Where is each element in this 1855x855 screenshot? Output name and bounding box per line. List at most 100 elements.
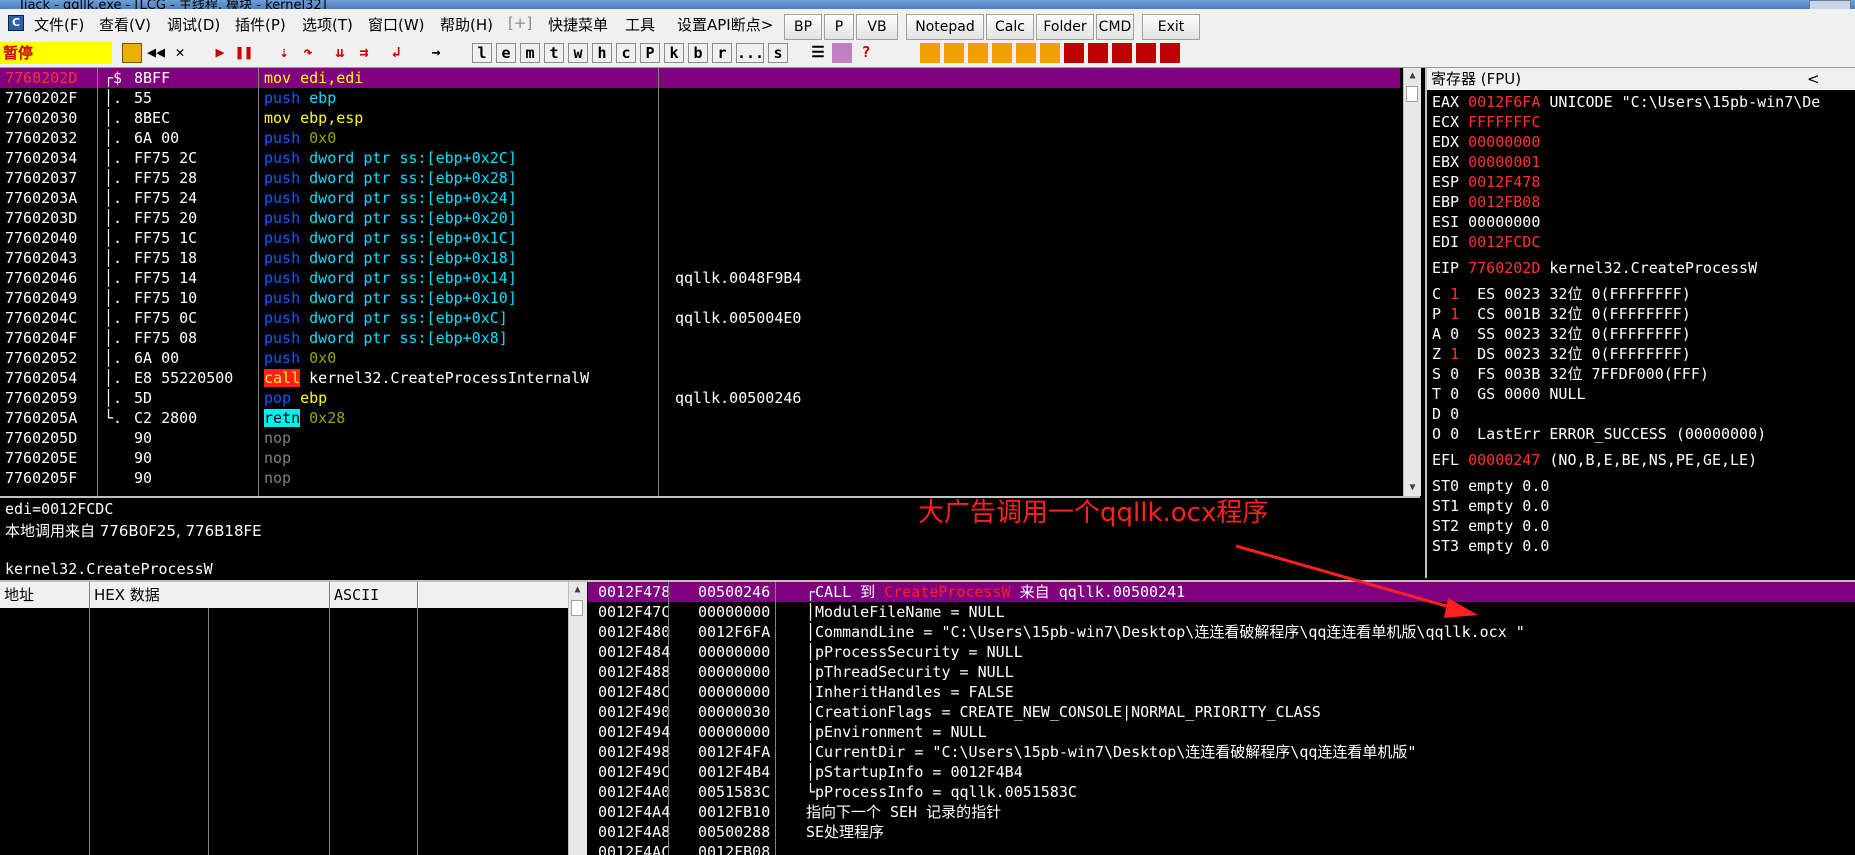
disasm-row[interactable]: 7760204C │. FF75 0C push dword ptr ss:[ebp+… [0, 308, 1400, 328]
register-value[interactable]: 00000001 [1468, 153, 1540, 171]
disasm-row[interactable]: 77602030 │. 8BEC mov ebp,esp [0, 108, 1400, 128]
flag-value[interactable]: 1 [1450, 285, 1459, 303]
disasm-row[interactable]: 7760205E 90 nop [0, 448, 1400, 468]
disasm-row[interactable]: 7760205A └. C2 2800 retn 0x28 [0, 408, 1400, 428]
rewind-icon[interactable]: ◀◀ [146, 43, 166, 63]
plugin-icon-2[interactable] [944, 43, 964, 63]
plugin-icon-5[interactable] [1016, 43, 1036, 63]
disasm-row[interactable]: 77602046 │. FF75 14 push dword ptr ss:[ebp+… [0, 268, 1400, 288]
arrow-left-icon[interactable]: < [1807, 68, 1820, 90]
register-value[interactable]: 0012FB08 [1468, 193, 1540, 211]
go-to-icon[interactable]: → [426, 43, 446, 63]
flag-row[interactable]: C 1 ES 0023 32位 0(FFFFFFFF) [1432, 284, 1691, 304]
menu-debug[interactable]: 调试(D) [167, 14, 220, 35]
flag-row[interactable]: T 0 GS 0000 NULL [1432, 384, 1586, 404]
stack-row[interactable]: 0012F484 00000000 │pProcessSecurity = NULL [588, 642, 1855, 662]
register-value[interactable]: 0012F6FA [1468, 93, 1540, 111]
step-into-icon[interactable]: ⇣ [274, 43, 294, 63]
disasm-row[interactable]: 7760202D ┌$ 8BFF mov edi,edi [0, 68, 1400, 88]
disasm-row[interactable]: 77602052 │. 6A 00 push 0x0 [0, 348, 1400, 368]
bp-button[interactable]: BP [784, 14, 822, 40]
register-row[interactable]: EDX 00000000 [1432, 132, 1549, 152]
menu-plugins[interactable]: 插件(P) [235, 14, 286, 35]
options-icon[interactable] [832, 43, 852, 63]
disasm-row[interactable]: 7760202F │. 55 push ebp [0, 88, 1400, 108]
stack-row[interactable]: 0012F4A0 0051583C └pProcessInfo = qqllk.00… [588, 782, 1855, 802]
disasm-row[interactable]: 7760204F │. FF75 08 push dword ptr ss:[ebp+… [0, 328, 1400, 348]
register-row[interactable]: EBP 0012FB08 [1432, 192, 1549, 212]
calc-button[interactable]: Calc [986, 14, 1034, 40]
menu-help[interactable]: 帮助(H) [440, 14, 493, 35]
run-trace-button[interactable]: ... [736, 43, 764, 63]
logo-k-icon[interactable] [1160, 43, 1180, 63]
scroll-down-icon[interactable]: ▼ [1404, 480, 1421, 496]
register-row[interactable]: ESP 0012F478 [1432, 172, 1549, 192]
plugin-icon-3[interactable] [968, 43, 988, 63]
register-value[interactable]: 00000247 [1468, 451, 1540, 469]
step-over-icon[interactable]: ↷ [298, 43, 318, 63]
register-row-eip[interactable]: EIP 7760202D kernel32.CreateProcessW [1432, 258, 1757, 278]
notepad-button[interactable]: Notepad [906, 14, 984, 40]
disasm-row[interactable]: 77602049 │. FF75 10 push dword ptr ss:[ebp+… [0, 288, 1400, 308]
memory-dump-pane[interactable]: 地址 HEX 数据 ASCII [0, 580, 570, 855]
flag-row[interactable]: A 0 SS 0023 32位 0(FFFFFFFF) [1432, 324, 1691, 344]
register-value[interactable]: 00000000 [1468, 213, 1540, 231]
stack-row[interactable]: 0012F48C 00000000 │InheritHandles = FALSE [588, 682, 1855, 702]
dump-header-hex[interactable]: HEX 数据 [90, 582, 330, 608]
register-row[interactable]: EAX 0012F6FA UNICODE "C:\Users\15pb-win7… [1432, 92, 1820, 112]
stack-row[interactable]: 0012F498 0012F4FA │CurrentDir = "C:\Users\… [588, 742, 1855, 762]
vb-button[interactable]: VB [856, 14, 898, 40]
register-row[interactable]: ESI 00000000 [1432, 212, 1549, 232]
stack-row[interactable]: 0012F488 00000000 │pThreadSecurity = NULL [588, 662, 1855, 682]
register-value[interactable]: 0012F478 [1468, 173, 1540, 191]
fpu-register[interactable]: ST0 empty 0.0 [1432, 476, 1549, 496]
flag-row[interactable]: O 0 LastErr ERROR_SUCCESS (00000000) [1432, 424, 1766, 444]
folder-button[interactable]: Folder [1036, 14, 1094, 40]
pause-icon[interactable]: ❚❚ [234, 43, 254, 63]
disasm-row[interactable]: 77602043 │. FF75 18 push dword ptr ss:[ebp+… [0, 248, 1400, 268]
register-row[interactable]: EDI 0012FCDC [1432, 232, 1549, 252]
register-row[interactable]: ECX FFFFFFFC [1432, 112, 1549, 132]
stack-row[interactable]: 0012F490 00000030 │CreationFlags = CREATE_… [588, 702, 1855, 722]
exit-button[interactable]: Exit [1142, 14, 1200, 40]
register-value[interactable]: FFFFFFFC [1468, 113, 1540, 131]
list-icon[interactable]: ☰ [808, 43, 828, 63]
disasm-row[interactable]: 77602032 │. 6A 00 push 0x0 [0, 128, 1400, 148]
disassembly-scrollbar[interactable]: ▲ ▼ [1403, 68, 1421, 496]
flag-value[interactable]: 0 [1450, 385, 1459, 403]
disasm-row[interactable]: 77602034 │. FF75 2C push dword ptr ss:[ebp+… [0, 148, 1400, 168]
hbp-icon[interactable] [992, 43, 1012, 63]
flag-value[interactable]: 1 [1450, 345, 1459, 363]
open-icon[interactable] [122, 43, 142, 63]
executable-modules-button[interactable]: e [496, 43, 516, 63]
memory-map-button[interactable]: m [520, 43, 540, 63]
disasm-row[interactable]: 77602054 │. E8 55220500 call kernel32.Creat… [0, 368, 1400, 388]
source-button[interactable]: s [768, 43, 788, 63]
stack-row[interactable]: 0012F49C 0012F4B4 │pStartupInfo = 0012F4B4 [588, 762, 1855, 782]
flag-row[interactable]: P 1 CS 001B 32位 0(FFFFFFFF) [1432, 304, 1691, 324]
logo-a-icon[interactable] [1112, 43, 1132, 63]
stack-row[interactable]: 0012F4A8 00500288 SE处理程序 [588, 822, 1855, 842]
cmd-button[interactable]: CMD [1096, 14, 1134, 40]
stack-row[interactable]: 0012F4A4 0012FB10 指向下一个 SEH 记录的指针 [588, 802, 1855, 822]
flag-value[interactable]: 0 [1450, 365, 1459, 383]
plugin-icon-1[interactable] [920, 43, 940, 63]
logo-j-icon[interactable] [1064, 43, 1084, 63]
p-button[interactable]: P [824, 14, 854, 40]
threads-button[interactable]: t [544, 43, 564, 63]
cpu-button[interactable]: c [616, 43, 636, 63]
scroll-thumb[interactable] [1406, 86, 1418, 102]
disasm-row[interactable]: 77602040 │. FF75 1C push dword ptr ss:[ebp+… [0, 228, 1400, 248]
register-value[interactable]: 00000000 [1468, 133, 1540, 151]
stack-row[interactable]: 0012F4AC 0012FB08 [588, 842, 1855, 855]
register-row[interactable]: EBX 00000001 [1432, 152, 1549, 172]
flag-value[interactable]: 0 [1450, 325, 1459, 343]
disasm-row[interactable]: 7760203A │. FF75 24 push dword ptr ss:[ebp+… [0, 188, 1400, 208]
stack-scrollbar[interactable]: ▲ [568, 582, 587, 855]
fpu-register[interactable]: ST3 empty 0.0 [1432, 536, 1549, 556]
handles-button[interactable]: h [592, 43, 612, 63]
close-icon[interactable]: ✕ [170, 43, 190, 63]
stack-row[interactable]: 0012F480 0012F6FA │CommandLine = "C:\Users… [588, 622, 1855, 642]
call-stack-button[interactable]: k [664, 43, 684, 63]
registers-pane[interactable]: 寄存器 (FPU) < EAX 0012F6FA UNICODE "C:\Use… [1425, 68, 1855, 578]
